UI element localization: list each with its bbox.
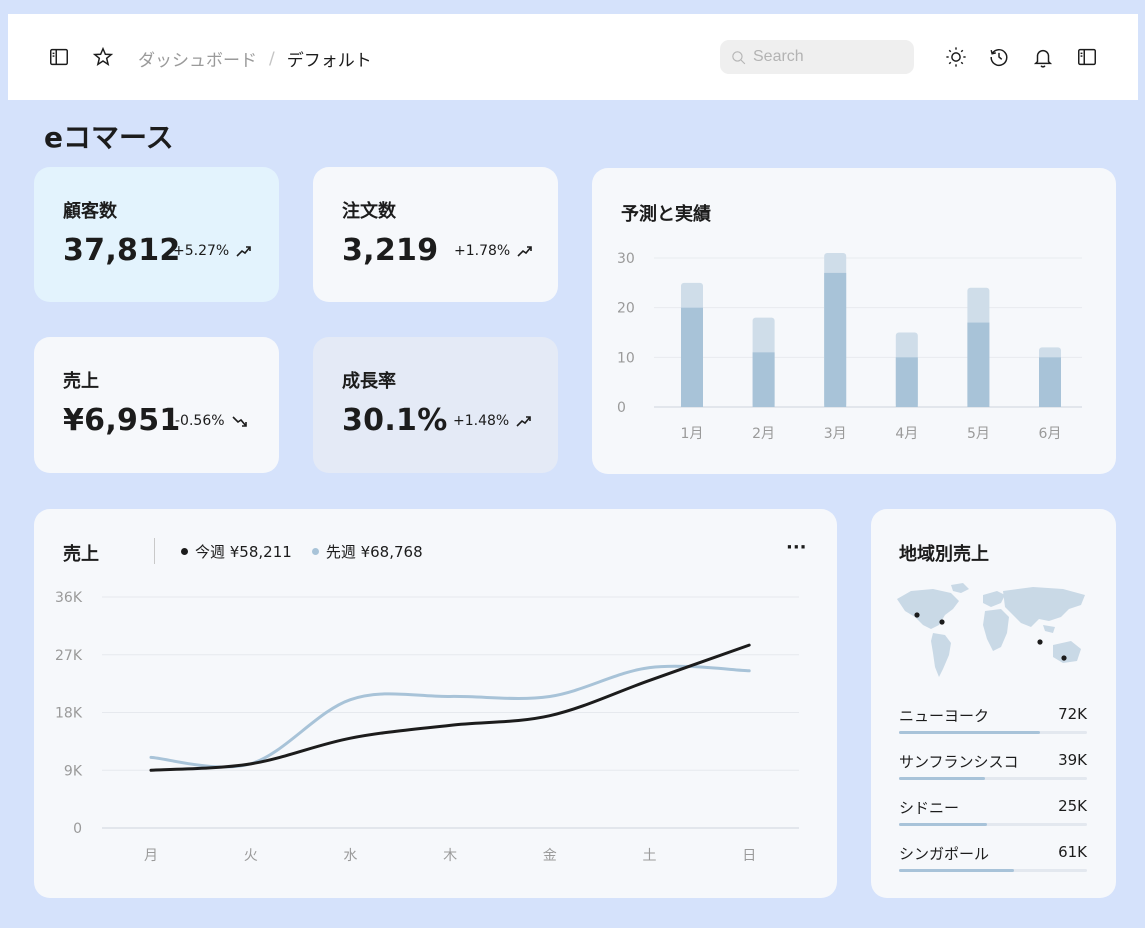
stat-change-value: +1.78%: [454, 243, 511, 259]
page-title: eコマース: [44, 121, 174, 154]
stat-change-value: -0.56%: [175, 413, 225, 429]
x-tick-label: 水: [343, 848, 357, 864]
star-icon[interactable]: [90, 44, 116, 70]
stat-value: 37,812: [63, 233, 181, 268]
y-tick-label: 9K: [64, 763, 83, 779]
stat-change: -0.56%: [175, 413, 248, 429]
breadcrumb-default[interactable]: デフォルト: [287, 46, 372, 71]
actual-bar: [895, 357, 918, 407]
stat-card-revenue: 売上 ¥6,951 -0.56%: [34, 337, 279, 473]
x-tick-label: 2月: [752, 426, 775, 442]
region-progress-fill: [899, 777, 986, 780]
stat-change: +1.48%: [453, 413, 532, 429]
actual-bar: [1039, 357, 1061, 407]
stat-change-value: +1.48%: [453, 413, 510, 429]
regional-sales-title: 地域別売上: [899, 544, 989, 565]
actual-bar: [824, 272, 847, 407]
regional-sales-card: 地域別売上 ニューヨーク 72K サンフランシスコ 39K シドニー 25K シ…: [871, 509, 1116, 898]
region-progress-track: [899, 777, 1087, 780]
x-tick-label: 木: [443, 848, 457, 864]
last-week-line: [149, 664, 751, 769]
right-panel-toggle-icon[interactable]: [1074, 44, 1100, 70]
stat-value: 30.1%: [342, 403, 448, 438]
stat-card-orders: 注文数 3,219 +1.78%: [313, 167, 558, 302]
y-tick-label: 30: [617, 251, 635, 267]
x-tick-label: 日: [742, 848, 756, 864]
stat-change: +5.27%: [173, 243, 252, 259]
region-progress-fill: [899, 869, 1014, 872]
breadcrumb: ダッシュボード / デフォルト: [138, 46, 372, 72]
this-week-line: [149, 643, 751, 772]
y-tick-label: 18K: [55, 706, 83, 722]
trend-up-icon: [236, 246, 252, 257]
y-tick-label: 36K: [55, 590, 83, 606]
breadcrumb-separator: /: [269, 48, 275, 69]
actual-bar: [681, 307, 703, 407]
search-box[interactable]: [720, 40, 914, 74]
region-value: 25K: [1058, 797, 1087, 815]
forecast-card: 予測と実績 0 10 20 30 1月 2月 3月 4月 5月 6月: [592, 168, 1116, 474]
region-name: シドニー: [899, 799, 960, 817]
region-progress-track: [899, 731, 1087, 734]
region-value: 61K: [1058, 843, 1087, 861]
y-tick-label: 0: [73, 821, 82, 837]
breadcrumb-dashboard[interactable]: ダッシュボード: [138, 46, 257, 71]
stat-change-value: +5.27%: [173, 243, 230, 259]
trend-up-icon: [517, 246, 533, 257]
world-map: [897, 583, 1085, 677]
region-progress-fill: [899, 731, 1040, 734]
x-tick-label: 1月: [681, 426, 704, 442]
stat-change: +1.78%: [454, 243, 533, 259]
stat-value: 3,219: [342, 233, 439, 268]
history-icon[interactable]: [986, 44, 1012, 70]
bell-icon[interactable]: [1030, 44, 1056, 70]
region-row-sydney: シドニー 25K: [899, 797, 1087, 837]
trend-up-icon: [516, 416, 532, 427]
trend-down-icon: [231, 416, 247, 427]
region-progress-fill: [899, 823, 988, 826]
region-row-san-francisco: サンフランシスコ 39K: [899, 751, 1087, 791]
y-tick-label: 0: [617, 400, 626, 416]
sales-line-chart: 0 9K 18K 27K 36K 月 火 水 木 金 土 日: [55, 590, 799, 864]
forecast-bar-chart: 0 10 20 30 1月 2月 3月 4月 5月 6月: [617, 251, 1082, 442]
region-progress-track: [899, 869, 1087, 872]
stat-label: 顧客数: [63, 201, 117, 222]
actual-bar: [752, 352, 775, 407]
sidebar-toggle-icon[interactable]: [46, 44, 72, 70]
stat-label: 注文数: [342, 201, 396, 222]
search-icon: [732, 50, 746, 64]
actual-bar: [967, 322, 990, 407]
top-bar: ダッシュボード / デフォルト: [8, 14, 1138, 100]
x-tick-label: 月: [144, 848, 158, 864]
y-tick-label: 10: [617, 350, 635, 366]
stat-value: ¥6,951: [63, 403, 181, 438]
y-tick-label: 27K: [55, 648, 83, 664]
x-tick-label: 5月: [967, 426, 990, 442]
y-tick-label: 20: [617, 301, 635, 317]
region-value: 72K: [1058, 705, 1087, 723]
region-progress-track: [899, 823, 1087, 826]
x-tick-label: 4月: [895, 426, 918, 442]
region-row-singapore: シンガポール 61K: [899, 843, 1087, 883]
stat-label: 成長率: [342, 371, 396, 392]
region-row-new-york: ニューヨーク 72K: [899, 705, 1087, 745]
region-name: シンガポール: [899, 845, 990, 863]
region-name: ニューヨーク: [899, 707, 990, 725]
stat-card-growth: 成長率 30.1% +1.48%: [313, 337, 558, 473]
x-tick-label: 6月: [1039, 426, 1062, 442]
region-value: 39K: [1058, 751, 1087, 769]
x-tick-label: 3月: [824, 426, 847, 442]
x-tick-label: 金: [543, 848, 557, 864]
search-input[interactable]: [753, 48, 903, 66]
sun-icon[interactable]: [943, 44, 969, 70]
x-tick-label: 火: [244, 848, 258, 864]
sales-card: 売上 今週 ¥58,211 先週 ¥68,768 ··· 0 9K 18K 27K 36…: [34, 509, 837, 898]
stat-label: 売上: [63, 371, 99, 392]
region-name: サンフランシスコ: [899, 753, 1019, 771]
x-tick-label: 土: [643, 848, 657, 864]
stat-card-customers: 顧客数 37,812 +5.27%: [34, 167, 279, 302]
